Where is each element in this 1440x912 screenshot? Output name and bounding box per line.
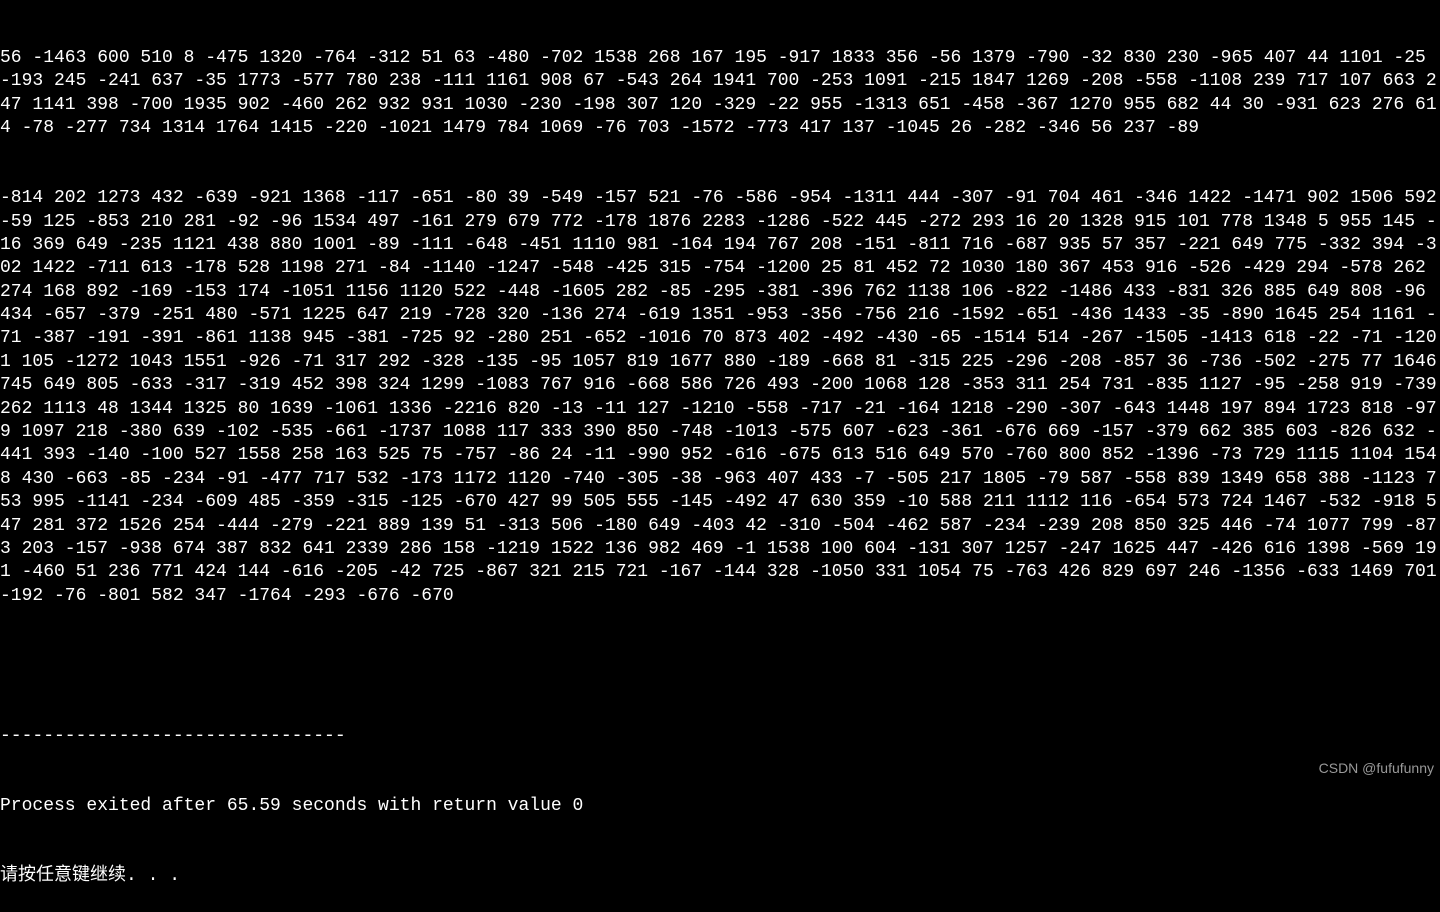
press-any-key-prompt[interactable]: 请按任意键继续. . . — [0, 865, 1440, 888]
separator-line: -------------------------------- — [0, 725, 1440, 748]
watermark-text: CSDN @fufufunny — [1319, 759, 1434, 777]
numbers-output-block-1: 56 -1463 600 510 8 -475 1320 -764 -312 5… — [0, 47, 1440, 141]
blank-line — [0, 655, 1440, 678]
numbers-output-block-2: -814 202 1273 432 -639 -921 1368 -117 -6… — [0, 187, 1440, 608]
console-output: 56 -1463 600 510 8 -475 1320 -764 -312 5… — [0, 0, 1440, 912]
process-exit-status: Process exited after 65.59 seconds with … — [0, 795, 1440, 818]
